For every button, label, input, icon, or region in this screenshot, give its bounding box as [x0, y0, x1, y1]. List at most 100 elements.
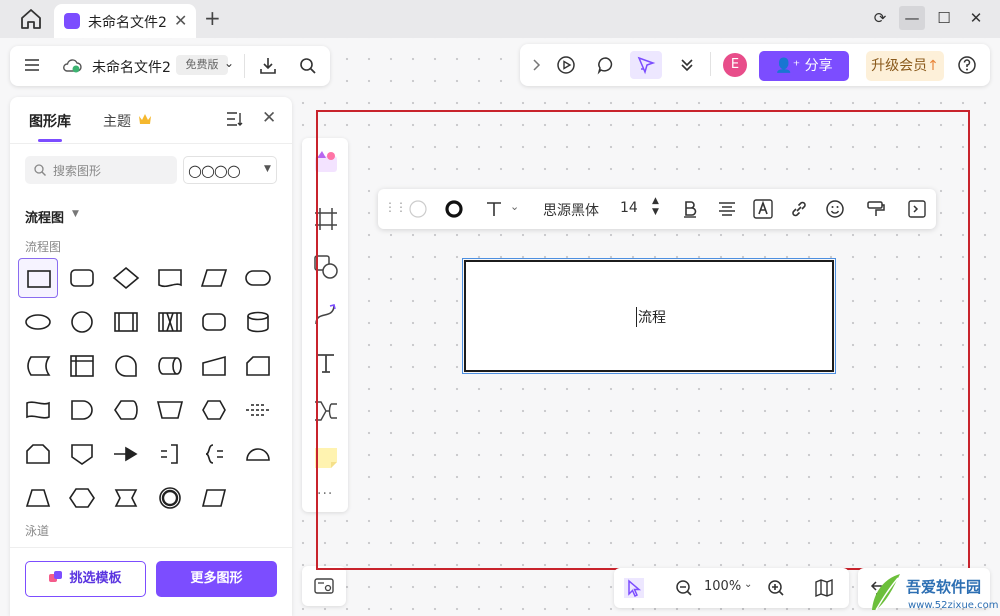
double-circle-icon	[159, 487, 181, 509]
font-size-input[interactable]: 14	[620, 200, 638, 216]
watermark-url: www.52zixue.com	[908, 600, 999, 611]
comment-icon[interactable]	[596, 55, 616, 75]
caret-down-icon[interactable]: ▼	[72, 209, 79, 219]
shape-manual-operation[interactable]	[150, 390, 190, 430]
shape-bracket-right[interactable]	[150, 434, 190, 474]
shape-pentagon-arrow[interactable]	[106, 478, 146, 518]
share-button[interactable]: 👤⁺ 分享	[759, 51, 849, 81]
refresh-icon[interactable]: ⟳	[867, 6, 893, 30]
shape-database[interactable]	[238, 302, 278, 342]
tab-shape-library[interactable]: 图形库	[29, 111, 71, 131]
format-painter-icon[interactable]	[866, 199, 886, 219]
zoom-out-icon[interactable]	[674, 578, 694, 598]
search-icon[interactable]	[298, 56, 318, 76]
pick-template-button[interactable]: 挑选模板	[25, 561, 146, 597]
shape-text[interactable]: 流程	[636, 307, 666, 327]
shape-sequential-data[interactable]	[106, 346, 146, 386]
shape-preparation[interactable]	[194, 390, 234, 430]
more-shapes-button[interactable]: 更多图形	[156, 561, 277, 597]
minimap-button[interactable]	[302, 566, 346, 606]
shape-ellipse[interactable]	[18, 302, 58, 342]
home-icon[interactable]	[19, 8, 43, 30]
fill-color-icon[interactable]	[408, 199, 428, 219]
watermark-name: 吾爱软件园	[906, 578, 982, 596]
shape-process[interactable]	[18, 258, 58, 298]
shape-terminator[interactable]	[238, 258, 278, 298]
file-title[interactable]: 未命名文件2	[92, 57, 171, 77]
shape-parallelogram[interactable]	[194, 478, 234, 518]
shape-display[interactable]	[106, 390, 146, 430]
shape-predefined-process[interactable]	[106, 302, 146, 342]
shape-rounded-rect[interactable]	[194, 302, 234, 342]
help-icon[interactable]	[957, 55, 977, 75]
zoom-in-icon[interactable]	[766, 578, 786, 598]
category-title[interactable]: 流程图	[25, 207, 64, 226]
upgrade-button[interactable]: 升级会员↑	[866, 51, 944, 81]
chevron-down-icon[interactable]: ⌄	[510, 200, 519, 213]
drag-handle-icon[interactable]: ⋮⋮	[384, 200, 407, 214]
border-style-icon[interactable]	[444, 199, 464, 219]
map-icon[interactable]	[814, 578, 834, 598]
shape-delay[interactable]	[62, 390, 102, 430]
shape-double-circle[interactable]	[150, 478, 190, 518]
align-center-icon[interactable]	[717, 199, 737, 219]
off-page-icon	[71, 444, 93, 465]
display-icon	[114, 400, 138, 420]
tab-theme[interactable]: 主题	[103, 111, 131, 131]
shape-data-io[interactable]	[194, 258, 234, 298]
shape-hexagon[interactable]	[62, 478, 102, 518]
chevron-down-icon[interactable]: ⌄	[224, 56, 234, 70]
menu-icon[interactable]	[24, 58, 40, 72]
cloud-saved-icon	[63, 59, 82, 73]
shape-internal-storage[interactable]	[62, 346, 102, 386]
new-tab-button[interactable]: +	[204, 8, 221, 28]
shape-direct-data[interactable]	[150, 346, 190, 386]
minimize-button[interactable]: —	[899, 6, 925, 30]
shape-manual-input[interactable]	[194, 346, 234, 386]
font-family-select[interactable]: 思源黑体	[543, 200, 599, 220]
terminator-icon	[245, 270, 271, 286]
text-color-icon[interactable]	[753, 199, 773, 219]
or-junction-icon	[114, 446, 138, 462]
chevron-down-icon[interactable]: ⌄	[744, 579, 752, 590]
shape-tape[interactable]	[18, 390, 58, 430]
download-icon[interactable]	[258, 56, 278, 76]
play-icon[interactable]	[556, 55, 576, 75]
font-size-stepper[interactable]: ▲ ▼	[652, 196, 659, 218]
maximize-button[interactable]: ☐	[931, 6, 957, 30]
shape-stored-data[interactable]	[18, 346, 58, 386]
tab-file[interactable]: 未命名文件2 ✕	[54, 4, 196, 38]
chevron-right-icon[interactable]	[526, 55, 546, 75]
shape-predefined-process-alt[interactable]	[150, 302, 190, 342]
avatar[interactable]: E	[723, 53, 747, 77]
link-icon[interactable]	[789, 199, 809, 219]
shape-bracket-left[interactable]	[194, 434, 234, 474]
shape-loop-limit[interactable]	[18, 434, 58, 474]
shape-trapezoid[interactable]	[18, 478, 58, 518]
double-chevron-down-icon[interactable]	[677, 55, 697, 75]
close-panel-icon[interactable]: ✕	[262, 108, 276, 128]
bold-icon[interactable]	[680, 199, 700, 219]
flowchart-process-shape[interactable]: 流程	[462, 258, 836, 374]
shape-half-circle[interactable]	[238, 434, 278, 474]
text-style-icon[interactable]	[484, 199, 504, 219]
shape-search-input[interactable]: 搜索图形	[25, 156, 177, 184]
shape-card[interactable]	[238, 346, 278, 386]
shape-off-page[interactable]	[62, 434, 102, 474]
tab-close-icon[interactable]: ✕	[174, 11, 187, 30]
collapse-panel-icon[interactable]	[907, 199, 927, 219]
zoom-level[interactable]: 100%	[704, 579, 741, 594]
close-window-button[interactable]: ✕	[963, 6, 989, 30]
shape-or-junction[interactable]	[106, 434, 146, 474]
shape-circle[interactable]	[62, 302, 102, 342]
shape-separator[interactable]	[238, 390, 278, 430]
shape-document[interactable]	[150, 258, 190, 298]
style-select[interactable]: ○○○○ ▼	[183, 156, 277, 184]
shape-terminal-rounded[interactable]	[62, 258, 102, 298]
shape-decision[interactable]	[106, 258, 146, 298]
emoji-icon[interactable]	[825, 199, 845, 219]
presentation-pointer-button[interactable]	[630, 51, 662, 79]
filter-icon[interactable]	[226, 111, 244, 127]
select-pointer-icon[interactable]	[624, 578, 644, 598]
style-preview: ○○○○	[188, 161, 241, 180]
